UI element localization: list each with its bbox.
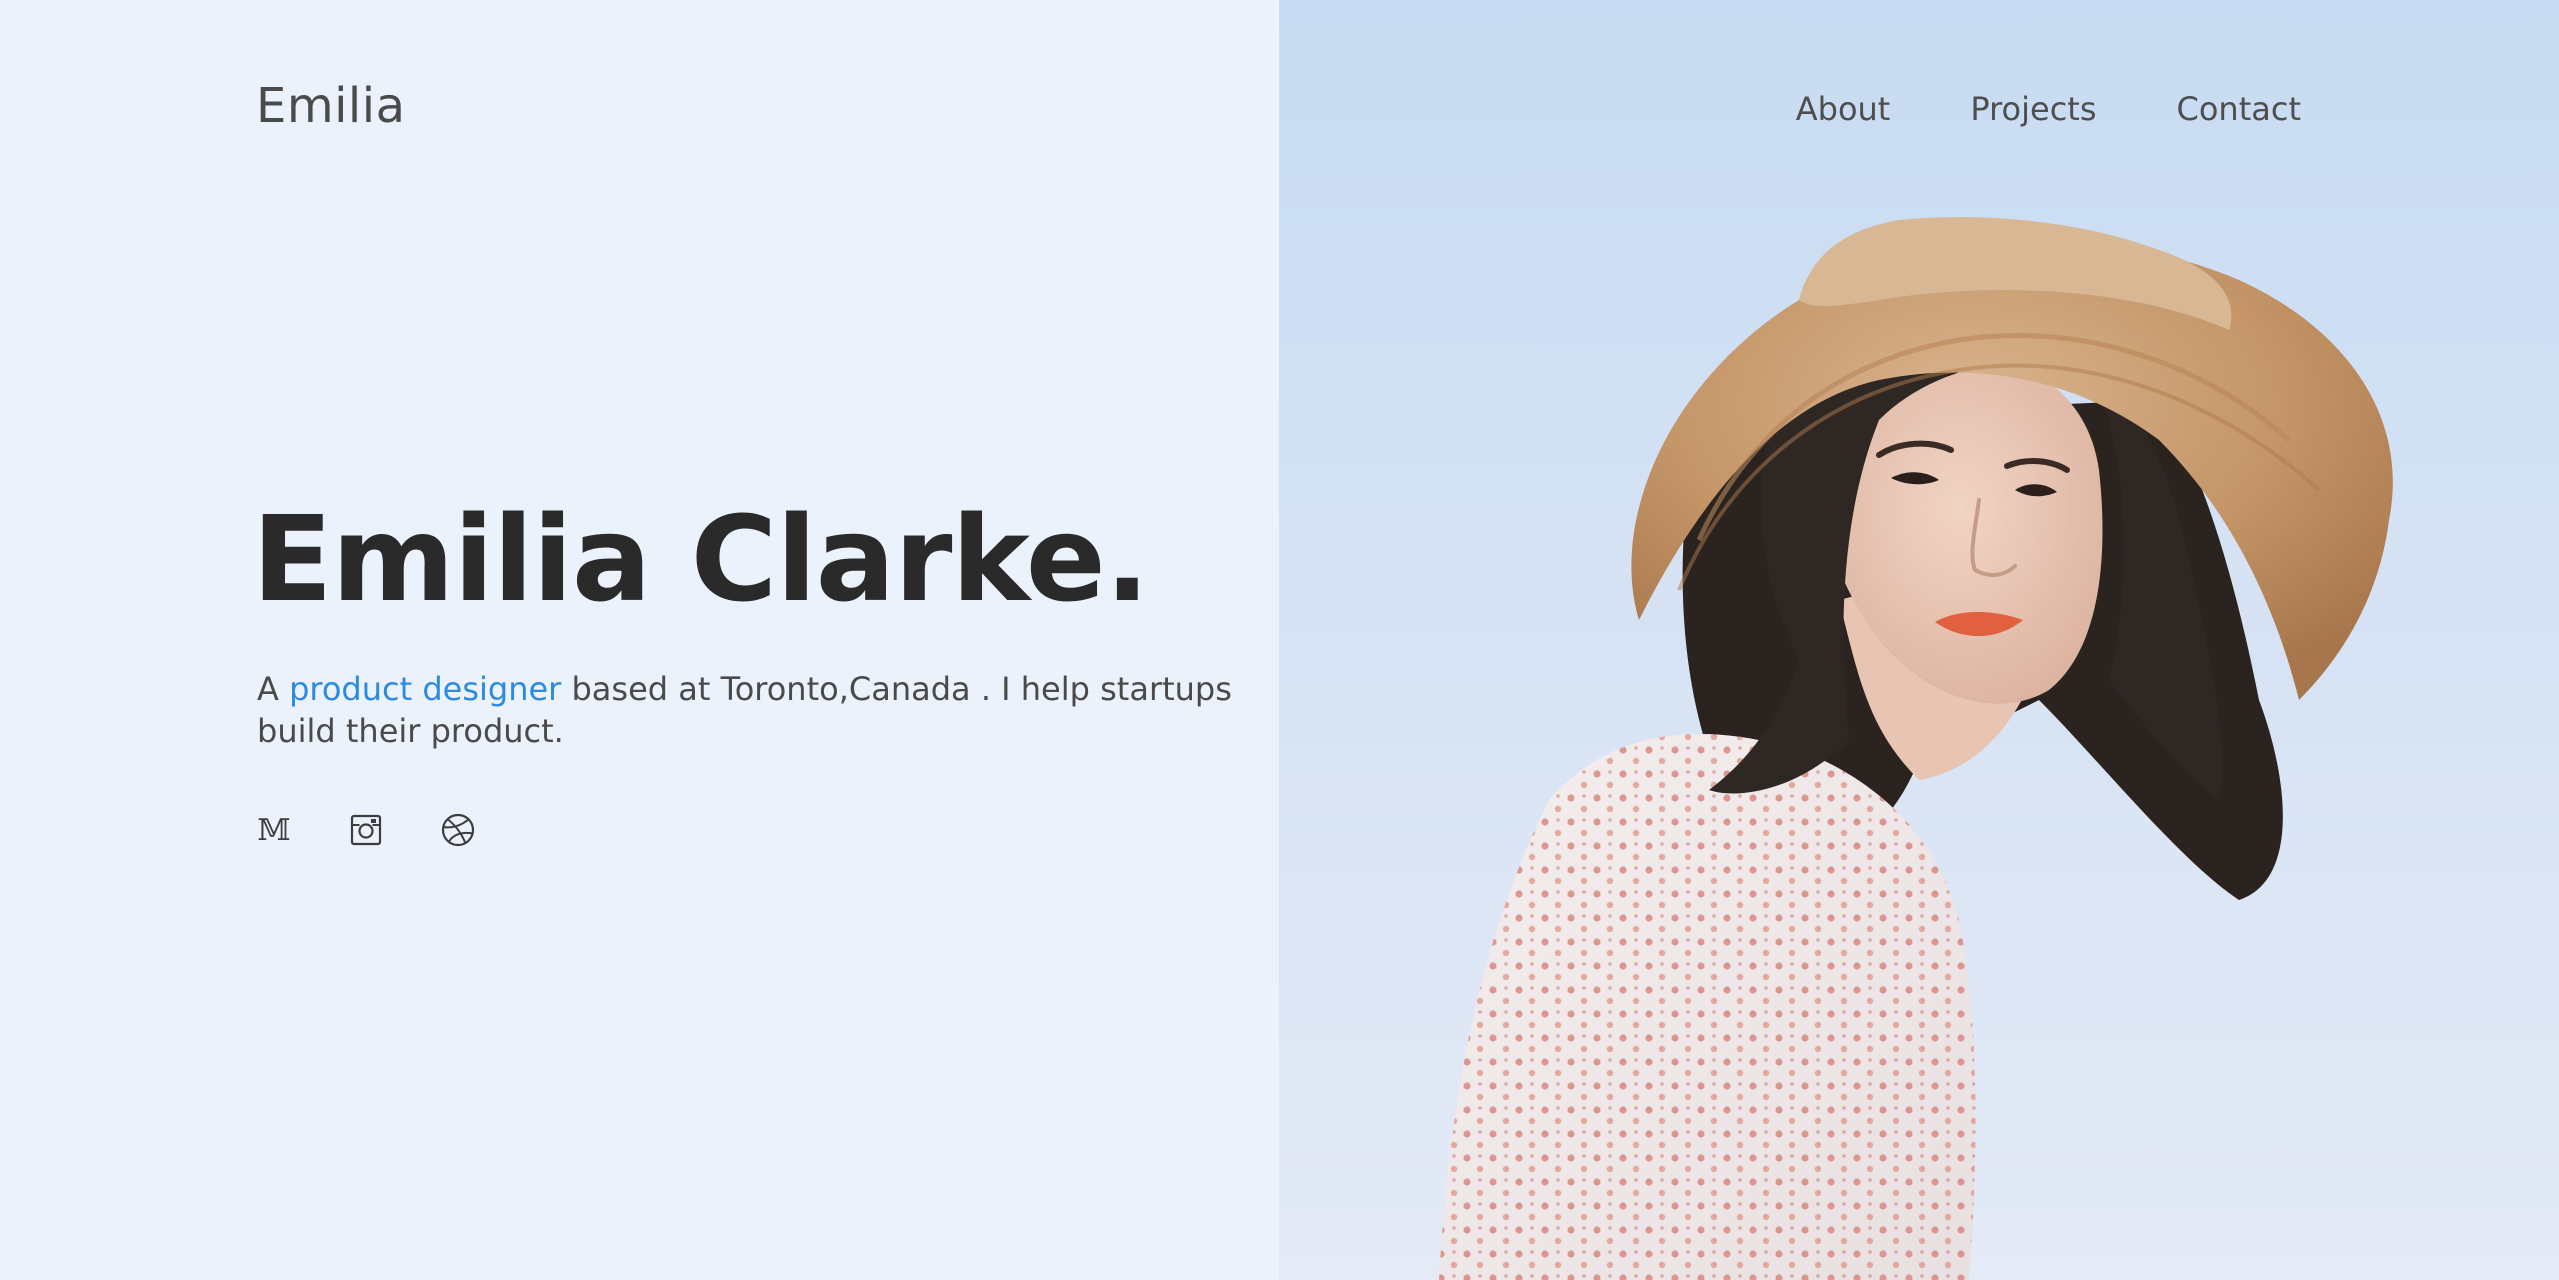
portrait-photo (1279, 0, 2559, 1280)
landing-page: Emilia Emilia Clarke. A product designer… (0, 0, 2559, 1280)
medium-icon[interactable]: 𝕄 (256, 812, 292, 848)
social-links: 𝕄 (256, 812, 476, 848)
nav-link-contact[interactable]: Contact (2177, 90, 2302, 128)
medium-glyph: 𝕄 (257, 812, 291, 848)
nav-link-about[interactable]: About (1796, 90, 1891, 128)
hero-photo-panel (1279, 0, 2559, 1280)
instagram-svg (350, 814, 382, 846)
hero-title: Emilia Clarke. (252, 490, 1150, 628)
dribbble-svg (441, 813, 475, 847)
hero-desc-prefix: A (257, 670, 290, 708)
hero-desc-accent: product designer (289, 670, 562, 708)
hero-description: A product designer based at Toronto,Cana… (257, 668, 1267, 752)
nav-link-projects[interactable]: Projects (1970, 90, 2096, 128)
instagram-icon[interactable] (348, 812, 384, 848)
site-logo[interactable]: Emilia (256, 78, 406, 134)
main-nav: About Projects Contact (1796, 90, 2301, 128)
hero-left-panel: Emilia Emilia Clarke. A product designer… (0, 0, 1279, 1280)
dribbble-icon[interactable] (440, 812, 476, 848)
